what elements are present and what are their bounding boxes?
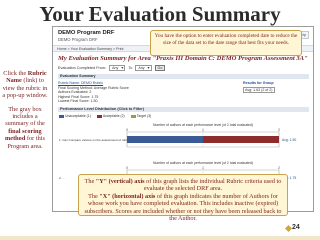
legend-item[interactable]: Unacceptable (1)	[59, 114, 91, 118]
legend-swatch	[59, 114, 64, 118]
average-label: Avg: 1.50	[282, 138, 296, 142]
slide-title: Your Evaluation Summary	[39, 2, 281, 26]
footer-rule	[0, 236, 320, 240]
summary-title: My Evaluation Summary for Area "Praxis I…	[58, 55, 308, 62]
date-filter: Evaluation Completed From: Any To Any Go	[58, 65, 166, 71]
bar-segment	[203, 136, 279, 143]
callout-axis-explanation: The "Y" (vertical) axis of this graph li…	[78, 174, 288, 222]
legend-item[interactable]: Acceptable (2)	[96, 114, 125, 118]
callout-text: The	[88, 192, 100, 200]
app-name: DEMO Program DRF	[58, 30, 115, 36]
filter-to-select[interactable]: Any	[135, 65, 152, 71]
callout-x-axis: The "X" (horizontal) axis of this graph …	[83, 193, 283, 223]
side-note-gray-box: The gray box includes a summary of the f…	[2, 106, 48, 150]
x-axis-label: Number of authors at each performance le…	[153, 123, 253, 127]
page-marker-icon	[284, 224, 293, 233]
callout-bold: "Y" (vertical) axis	[95, 178, 145, 185]
summary-info-box: Rubric Name: DEMO Rubric Final Scoring M…	[58, 81, 129, 104]
x-tick-label: 2	[278, 166, 280, 170]
legend-label: Acceptable (2)	[102, 114, 125, 118]
results-panel: Results for Group Avg: 1.63 (2 of 2)	[243, 81, 309, 93]
side-note-text: Click the	[3, 70, 28, 77]
filter-go-button[interactable]: Go	[154, 65, 166, 71]
callout-text: The	[84, 178, 96, 185]
app-subtitle: DEMO Program DRF	[58, 37, 98, 42]
x-axis-label: Number of authors at each performance le…	[153, 161, 253, 165]
callout-y-axis: The "Y" (vertical) axis of this graph li…	[83, 178, 283, 193]
side-note-text: The gray box includes a summary of the	[5, 105, 45, 128]
x-tick-label: 2	[278, 128, 280, 132]
legend-label: Target (3)	[136, 114, 152, 118]
lowest-final-score: Lowest Final Score: 1.50	[58, 99, 98, 104]
side-note-rubric: Click the Rubric Name (link) to view the…	[2, 70, 48, 100]
results-group-select[interactable]: Avg: 1.63 (2 of 2)	[243, 87, 275, 93]
evaluation-summary-header: Evaluation Summary	[58, 74, 309, 79]
page-number: 24	[292, 224, 300, 231]
results-title: Results for Group	[243, 81, 274, 85]
x-tick-label: 0	[126, 166, 128, 170]
bar-segment	[127, 136, 203, 143]
side-note: Click the Rubric Name (link) to view the…	[2, 70, 48, 240]
legend-label: Unacceptable (1)	[65, 114, 91, 118]
x-tick-label: 1	[202, 128, 204, 132]
y-category-label: 2. ...	[59, 176, 65, 180]
legend-swatch	[130, 114, 136, 118]
filter-label: Evaluation Completed From:	[58, 66, 107, 70]
performance-distribution-header[interactable]: Performance Level Distribution (Click to…	[58, 107, 309, 112]
legend-swatch	[96, 114, 102, 118]
filter-from-select[interactable]: Any	[109, 65, 126, 71]
x-tick-label: 0	[126, 128, 128, 132]
chart-legend: Unacceptable (1) Acceptable (2) Target (…	[59, 114, 151, 118]
callout-date-filter: You have the option to enter evaluation …	[150, 30, 302, 56]
legend-item[interactable]: Target (3)	[130, 114, 152, 118]
callout-text: of this graph lists the individual Rubri…	[143, 178, 282, 193]
x-tick-label: 1	[202, 166, 204, 170]
y-category-label: 1. Can Compare various on the assessment…	[59, 138, 130, 142]
callout-bold: "X" (horizontal) axis	[99, 192, 156, 200]
filter-to-label: To	[128, 66, 133, 70]
